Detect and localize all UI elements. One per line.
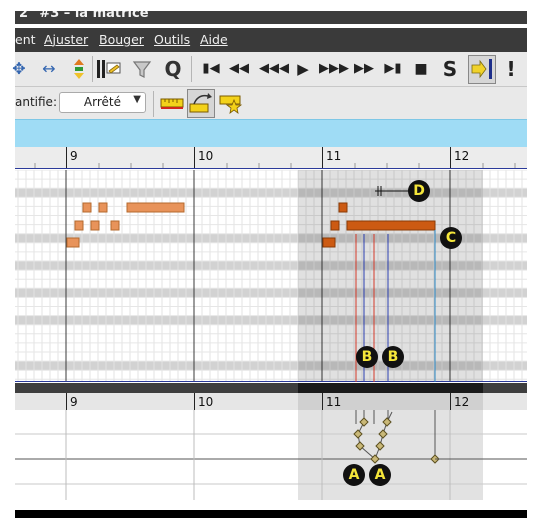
- velocity-canvas: [15, 410, 527, 500]
- measure-line: [194, 393, 195, 410]
- move-four-way-icon[interactable]: ✥: [9, 58, 29, 80]
- annotation-marker-b: B: [356, 346, 378, 368]
- measure-label: 9: [70, 395, 78, 409]
- measure-line: [450, 147, 451, 169]
- window-title-bar: 2" #3 – la matrice: [15, 11, 527, 24]
- secondary-toolbar: antifie: Arrêté ▼: [15, 87, 527, 119]
- annotation-marker-a: A: [343, 464, 365, 486]
- panic-icon[interactable]: !: [503, 58, 519, 80]
- velocity-ruler-icon[interactable]: [160, 92, 184, 114]
- measure-line: [322, 393, 323, 410]
- note-grid[interactable]: [15, 170, 527, 382]
- note: [82, 202, 92, 213]
- measure-line: [322, 147, 323, 169]
- status-bar: [15, 510, 527, 518]
- rewind-icon[interactable]: ◀◀: [228, 58, 250, 80]
- quantize-label: antifie:: [15, 95, 57, 109]
- quantize-icon[interactable]: Q: [162, 58, 184, 80]
- play-icon[interactable]: ▶: [293, 58, 313, 80]
- note: [98, 202, 108, 213]
- note: [90, 220, 100, 231]
- toolbar-separator: [191, 56, 192, 82]
- note: [66, 237, 80, 248]
- menu-bar: ent Ajuster Bouger Outils Aide: [15, 28, 527, 52]
- chevron-down-icon: ▼: [133, 94, 141, 105]
- window-title: 2" #3 – la matrice: [19, 11, 149, 21]
- measure-line: [66, 393, 67, 410]
- measure-label: 10: [198, 149, 214, 163]
- selected-note: [346, 220, 436, 231]
- draw-velocity-icon[interactable]: [187, 89, 215, 118]
- measure-line: [194, 147, 195, 169]
- goto-end-icon[interactable]: ▶▮: [383, 58, 403, 80]
- measure-label: 11: [326, 149, 342, 163]
- paste-insert-icon[interactable]: [96, 58, 122, 80]
- measure-label: 11: [326, 395, 342, 409]
- toolbar-separator: [92, 56, 93, 82]
- main-toolbar: ✥ ↔ Q ▮◀ ◀◀ ◀◀◀ ▶ ▶▶▶ ▶▶ ▶▮ ■ S !: [12, 52, 527, 87]
- quantize-value: Arrêté: [83, 95, 121, 109]
- fast-forward-icon[interactable]: ▶▶▶: [319, 58, 349, 80]
- quantize-select[interactable]: Arrêté ▼: [59, 92, 146, 113]
- goto-start-icon[interactable]: ▮◀: [201, 58, 221, 80]
- menu-item-edit[interactable]: ent: [15, 32, 36, 47]
- menu-item-help[interactable]: Aide: [200, 32, 228, 47]
- menu-item-move[interactable]: Bouger: [99, 32, 144, 47]
- selected-note: [322, 237, 336, 248]
- top-ruler[interactable]: 9 10 11 12: [15, 147, 527, 169]
- measure-label: 9: [70, 149, 78, 163]
- note: [110, 220, 120, 231]
- velocity-ruler-area[interactable]: [15, 410, 527, 510]
- velocity-star-icon[interactable]: [219, 92, 245, 114]
- ruler-underline: [15, 168, 527, 169]
- track-cyan-band: [15, 119, 527, 149]
- selection-highlight: [298, 410, 483, 500]
- note: [126, 202, 185, 213]
- note-grid-canvas: [15, 170, 527, 382]
- toolbar-separator: [153, 91, 154, 117]
- annotation-marker-b: B: [382, 346, 404, 368]
- menu-item-adjust[interactable]: Ajuster: [44, 32, 88, 47]
- stop-icon[interactable]: ■: [411, 58, 431, 80]
- measure-label: 10: [198, 395, 214, 409]
- move-horizontal-icon[interactable]: ↔: [37, 58, 61, 80]
- menu-item-tools[interactable]: Outils: [154, 32, 190, 47]
- move-vertical-icon[interactable]: [70, 58, 88, 80]
- bottom-ruler[interactable]: 9 10 11 12: [15, 383, 527, 410]
- selected-note: [330, 220, 340, 231]
- note: [74, 220, 84, 231]
- annotation-marker-c: C: [440, 227, 462, 249]
- selection-band: [298, 383, 483, 393]
- annotation-marker-d: D: [408, 180, 430, 202]
- annotation-marker-a: A: [369, 464, 391, 486]
- measure-line: [66, 147, 67, 169]
- filter-icon[interactable]: [132, 58, 152, 80]
- solo-icon[interactable]: S: [440, 58, 460, 80]
- selected-note: [338, 202, 348, 213]
- fast-rewind-icon[interactable]: ◀◀◀: [259, 58, 289, 80]
- measure-label: 12: [454, 149, 470, 163]
- forward-icon[interactable]: ▶▶: [353, 58, 375, 80]
- measure-line: [450, 393, 451, 410]
- follow-playhead-icon[interactable]: [468, 55, 496, 84]
- measure-label: 12: [454, 395, 470, 409]
